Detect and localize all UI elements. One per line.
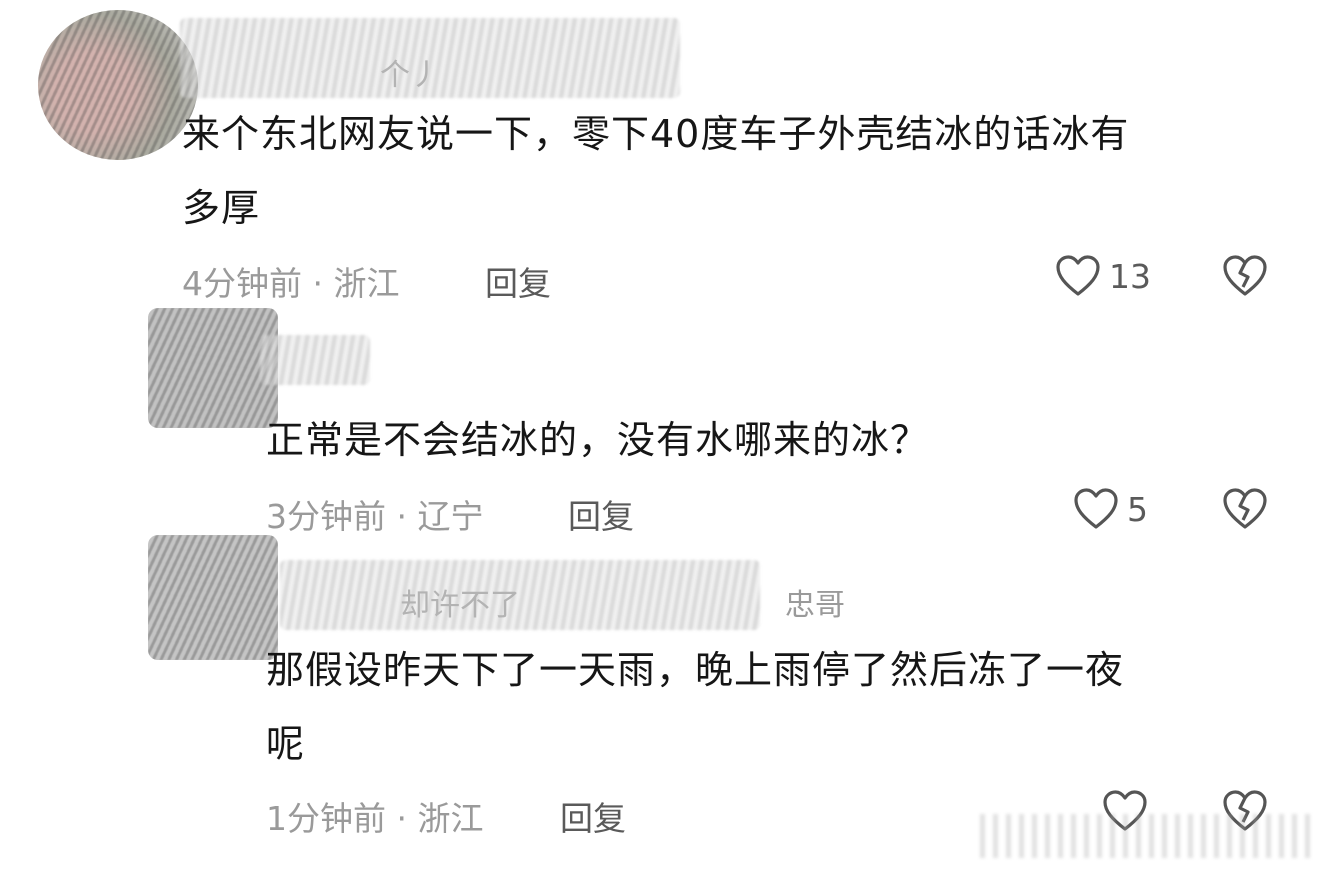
- comment-text: 来个东北网友说一下，零下40度车子外壳结冰的话冰有 多厚: [182, 97, 1282, 245]
- like-count: 13: [1109, 256, 1151, 296]
- comment-text: 正常是不会结冰的，没有水哪来的冰？: [266, 403, 1266, 477]
- avatar[interactable]: [38, 10, 198, 160]
- avatar[interactable]: [148, 308, 278, 428]
- like-button[interactable]: 5: [1073, 487, 1148, 531]
- comment-time-location: 1分钟前 · 浙江: [266, 799, 484, 838]
- broken-heart-icon: [1223, 255, 1267, 296]
- reply-to-name[interactable]: 忠哥: [785, 580, 845, 624]
- comment-item: 个丿 来个东北网友说一下，零下40度车子外壳结冰的话冰有 多厚 4分钟前 · 浙…: [0, 0, 1320, 303]
- comment-text-line: 那假设昨天下了一天雨，晚上雨停了然后冻了一夜: [266, 648, 1125, 692]
- avatar-redaction: [148, 535, 278, 660]
- comment-text: 那假设昨天下了一天雨，晚上雨停了然后冻了一夜 呢: [266, 633, 1266, 781]
- nickname-redaction: [260, 335, 370, 385]
- dislike-button[interactable]: [1222, 254, 1268, 298]
- comment-text-line: 呢: [266, 722, 306, 766]
- comment-time-location: 4分钟前 · 浙江: [182, 264, 400, 303]
- watermark: [980, 814, 1310, 858]
- nickname-redaction: [280, 560, 760, 630]
- reply-button[interactable]: 回复: [560, 792, 626, 840]
- heart-outline-icon: [1055, 254, 1101, 298]
- heart-outline-icon: [1073, 487, 1119, 531]
- like-button[interactable]: 13: [1055, 254, 1151, 298]
- comment-text-line: 来个东北网友说一下，零下40度车子外壳结冰的话冰有: [182, 112, 1130, 156]
- nickname[interactable]: 却许不了: [400, 580, 520, 624]
- avatar[interactable]: [148, 535, 278, 660]
- avatar-redaction: [148, 308, 278, 428]
- dislike-button[interactable]: [1222, 487, 1268, 531]
- comment-text-line: 正常是不会结冰的，没有水哪来的冰？: [266, 418, 930, 462]
- comment-item: 正常是不会结冰的，没有水哪来的冰？ 3分钟前 · 辽宁 回复 5: [0, 300, 1320, 536]
- broken-heart-icon: [1223, 488, 1267, 529]
- comment-text-line: 多厚: [182, 186, 261, 230]
- nickname[interactable]: 个丿: [380, 50, 440, 94]
- like-count: 5: [1127, 489, 1148, 529]
- reply-button[interactable]: 回复: [485, 257, 551, 305]
- avatar-redaction: [38, 10, 198, 160]
